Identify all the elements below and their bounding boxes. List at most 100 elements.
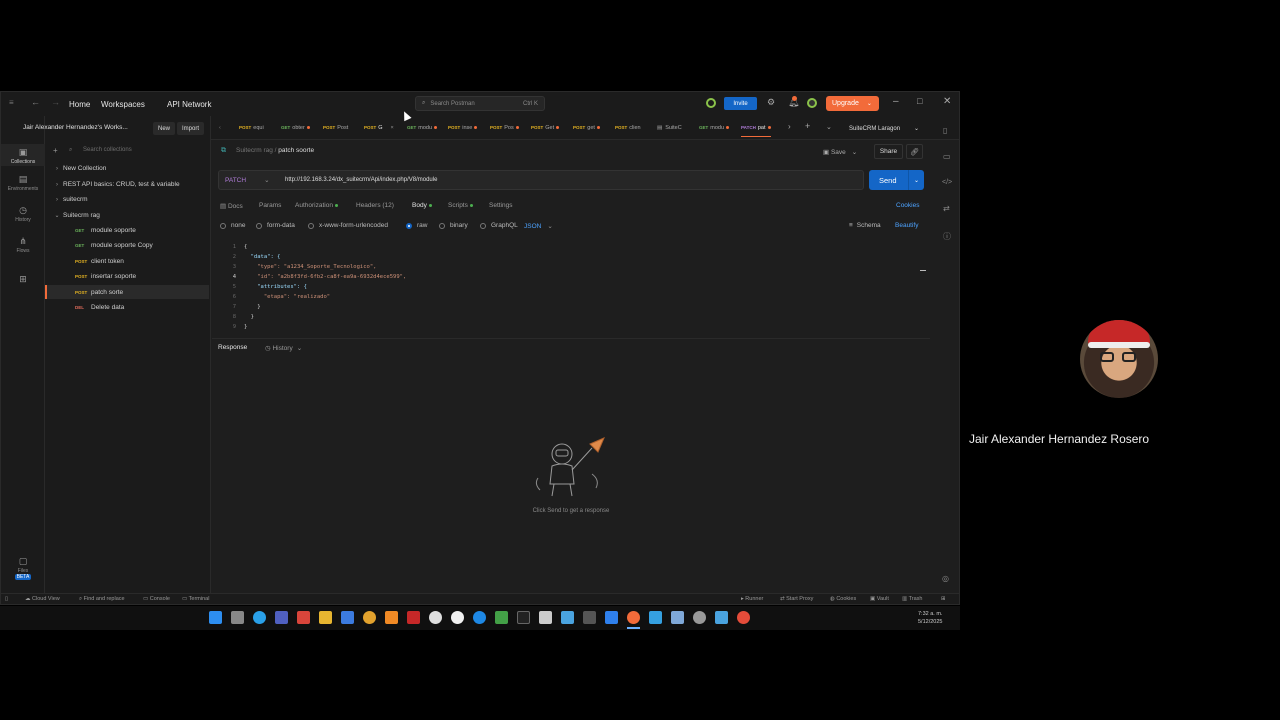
tree-item-new-collection[interactable]: › New Collection <box>51 165 106 172</box>
status-start-proxy[interactable]: ⇄ Start Proxy <box>780 596 813 602</box>
app-red-icon[interactable] <box>297 611 310 624</box>
related-icon[interactable]: ⇄ <box>943 204 950 213</box>
response-label[interactable]: Response <box>218 344 247 351</box>
app-white-icon[interactable] <box>429 611 442 624</box>
tab[interactable]: POST Get <box>531 125 560 131</box>
send-button[interactable]: Send ⌄ <box>869 170 924 190</box>
system-clock[interactable]: 7:32 a. m. 5/12/2025 <box>918 610 942 626</box>
global-search[interactable]: ⌕ Search Postman Ctrl K <box>415 96 545 111</box>
history-dropdown[interactable]: ◷ History ⌄ <box>265 344 302 352</box>
new-button[interactable]: New <box>153 122 176 135</box>
app-dark-icon[interactable] <box>517 611 530 624</box>
tab-headers[interactable]: Headers (12) <box>356 202 394 209</box>
code-icon[interactable]: </> <box>942 179 952 186</box>
tree-item-suitecrm-rag[interactable]: ⌄ Suitecrm rag <box>51 212 99 219</box>
vscode-icon[interactable] <box>605 611 618 624</box>
schema-button[interactable]: ≡ Schema <box>849 222 881 229</box>
close-icon[interactable]: ✕ <box>943 96 951 107</box>
sidebar-toggle-icon[interactable]: ▯ <box>5 596 8 602</box>
body-type-none[interactable]: none <box>220 222 245 229</box>
link-icon[interactable]: 🔗︎ <box>906 144 923 159</box>
tab-authorization[interactable]: Authorization <box>295 202 338 209</box>
info-icon[interactable]: ⓘ <box>943 231 951 242</box>
app-orange-icon[interactable] <box>385 611 398 624</box>
save-button[interactable]: ▣ Save ⌄ <box>823 148 857 156</box>
tab-body[interactable]: Body <box>412 202 432 209</box>
body-type-raw[interactable]: raw <box>406 222 427 229</box>
tab-settings[interactable]: Settings <box>489 202 513 209</box>
help-icon[interactable]: ◎ <box>942 574 949 583</box>
request-patch-sorte[interactable]: POST patch sorte <box>45 285 209 299</box>
share-button[interactable]: Share <box>874 144 903 159</box>
app-network-icon[interactable] <box>649 611 662 624</box>
side-panel-icon[interactable]: ▯ <box>943 126 947 135</box>
add-icon[interactable]: + <box>53 146 58 155</box>
tabs-scroll-right-icon[interactable]: › <box>788 122 791 131</box>
tree-item-rest-api[interactable]: › REST API basics: CRUD, test & variable <box>51 181 180 188</box>
app-settings-blue-icon[interactable] <box>671 611 684 624</box>
rail-history[interactable]: ◷ History <box>1 205 45 223</box>
app-blue-icon[interactable] <box>473 611 486 624</box>
collections-search-input[interactable]: Search collections <box>83 147 132 153</box>
app-shield-icon[interactable] <box>715 611 728 624</box>
panel-divider[interactable] <box>212 338 930 339</box>
status-console[interactable]: ▭ Console <box>143 596 170 602</box>
tab[interactable]: GET modu <box>699 125 730 131</box>
tab[interactable]: POST Post <box>323 125 348 131</box>
tab-params[interactable]: Params <box>259 202 281 209</box>
tab[interactable]: POST G × <box>364 125 394 131</box>
cookies-link[interactable]: Cookies <box>896 202 919 209</box>
postman-taskbar-icon[interactable] <box>627 611 640 624</box>
edge-icon[interactable] <box>253 611 266 624</box>
store-icon[interactable] <box>341 611 354 624</box>
tabs-menu-icon[interactable]: ⌄ <box>826 123 832 131</box>
settings-gear-icon[interactable] <box>693 611 706 624</box>
layout-icon[interactable]: ⊞ <box>941 596 946 602</box>
status-vault[interactable]: ▣ Vault <box>870 596 889 602</box>
breadcrumb-parent[interactable]: Suitecrm rag <box>236 147 273 154</box>
request-delete-data[interactable]: DEL Delete data <box>75 304 124 311</box>
rail-files[interactable]: ▢ Files BETA <box>1 556 45 580</box>
forward-icon[interactable]: → <box>51 97 60 107</box>
status-find-replace[interactable]: ⌕ Find and replace <box>79 596 125 603</box>
status-trash[interactable]: ▥ Trash <box>902 596 923 602</box>
body-format-select[interactable]: JSON ⌄ <box>524 222 553 231</box>
back-icon[interactable]: ← <box>31 97 40 107</box>
tab[interactable]: POST get <box>573 125 600 131</box>
nav-home[interactable]: Home <box>69 100 90 109</box>
status-terminal[interactable]: ▭ Terminal <box>182 596 209 602</box>
maximize-icon[interactable]: □ <box>917 96 922 106</box>
method-select[interactable]: PATCH ⌄ <box>219 176 279 184</box>
new-tab-icon[interactable]: + <box>805 121 810 131</box>
request-module-soporte-copy[interactable]: GET module soporte Copy <box>75 242 153 249</box>
tab[interactable]: POST equi <box>239 125 264 131</box>
tab[interactable]: POST clien <box>615 125 641 131</box>
body-type-form-data[interactable]: form-data <box>256 222 295 229</box>
github-icon[interactable] <box>451 611 464 624</box>
tab[interactable]: POST Pos <box>490 125 519 131</box>
tab-active[interactable]: PATCH pat <box>741 125 771 137</box>
gear-icon[interactable]: ⚙ <box>767 97 775 108</box>
minimize-icon[interactable]: – <box>893 96 899 107</box>
status-cloud-view[interactable]: ☁ Cloud View <box>25 596 60 602</box>
menu-icon[interactable]: ≡ <box>9 98 14 107</box>
filezilla-icon[interactable] <box>407 611 420 624</box>
app-green-icon[interactable] <box>495 611 508 624</box>
tab-docs[interactable]: ▤ Docs <box>220 202 243 210</box>
rail-flows[interactable]: ⋔ Flows <box>1 236 45 254</box>
import-button[interactable]: Import <box>177 122 205 135</box>
body-editor[interactable]: 1 { 2 "data": { 3 "type": "a1234_Soporte_… <box>218 242 928 334</box>
request-module-soporte[interactable]: GET module soporte <box>75 227 136 234</box>
request-client-token[interactable]: POST client token <box>75 258 124 265</box>
rail-environments[interactable]: ▤ Environments <box>1 174 45 192</box>
breadcrumb-current[interactable]: patch soorte <box>278 147 314 154</box>
teams-icon[interactable] <box>275 611 288 624</box>
environment-selector[interactable]: SuiteCRM Laragon ⌄ <box>849 125 919 132</box>
comments-icon[interactable]: ▭ <box>943 152 951 161</box>
tab[interactable]: GET obter <box>281 125 310 131</box>
request-insertar-soporte[interactable]: POST insertar soporte <box>75 273 136 280</box>
tab-scripts[interactable]: Scripts <box>448 202 473 209</box>
tree-item-suitecrm[interactable]: › suitecrm <box>51 196 88 203</box>
beautify-button[interactable]: Beautify <box>895 222 919 229</box>
avatar-icon[interactable] <box>807 98 817 108</box>
